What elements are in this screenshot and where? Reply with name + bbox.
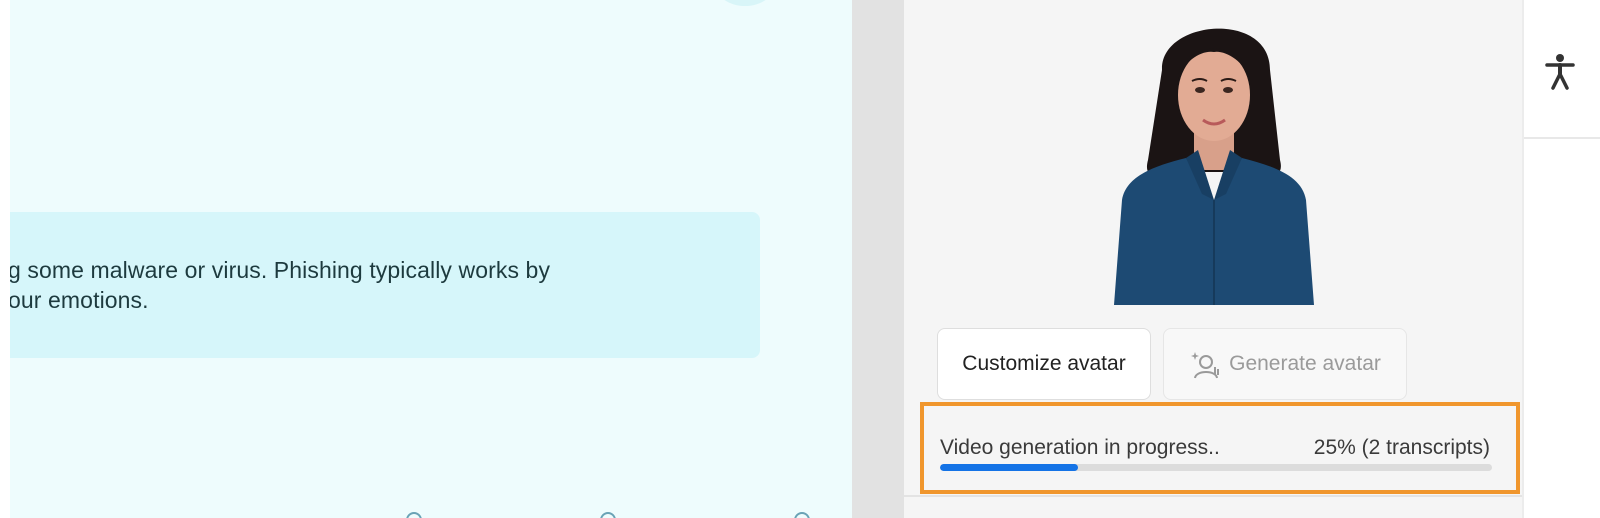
customize-avatar-button[interactable]: Customize avatar — [937, 328, 1151, 400]
accessibility-button[interactable] — [1538, 50, 1582, 94]
panel-divider — [852, 0, 904, 518]
slide-handle-dot[interactable] — [406, 512, 422, 518]
progress-bar-fill — [940, 464, 1078, 471]
accessibility-icon — [1545, 54, 1575, 90]
slide-canvas[interactable]: g some malware or virus. Phishing typica… — [10, 0, 852, 518]
slide-decoration-circle — [715, 0, 775, 6]
generate-avatar-button[interactable]: Generate avatar — [1163, 328, 1407, 400]
sparkle-avatar-icon — [1189, 348, 1221, 380]
panel-bottom-divider — [904, 495, 1522, 497]
callout-text-line-1: g some malware or virus. Phishing typica… — [10, 257, 551, 283]
progress-bar — [940, 464, 1492, 471]
progress-percent-text: 25% (2 transcripts) — [1313, 436, 1490, 459]
right-rail — [1524, 0, 1600, 518]
slide-text-callout[interactable]: g some malware or virus. Phishing typica… — [10, 212, 760, 358]
workspace-edge — [0, 0, 10, 518]
avatar-panel: Customize avatar Generate avatar Video g… — [904, 0, 1522, 518]
customize-avatar-label: Customize avatar — [962, 352, 1126, 375]
avatar-preview — [1074, 0, 1354, 310]
progress-status-text: Video generation in progress.. — [940, 436, 1220, 459]
callout-text-line-2: our emotions. — [10, 287, 149, 313]
slide-handle-dot[interactable] — [794, 512, 810, 518]
video-generation-progress: Video generation in progress.. 25% (2 tr… — [920, 402, 1520, 494]
rail-separator — [1524, 137, 1600, 139]
slide-handle-dot[interactable] — [600, 512, 616, 518]
generate-avatar-label: Generate avatar — [1229, 352, 1381, 375]
avatar-image — [1114, 28, 1314, 305]
